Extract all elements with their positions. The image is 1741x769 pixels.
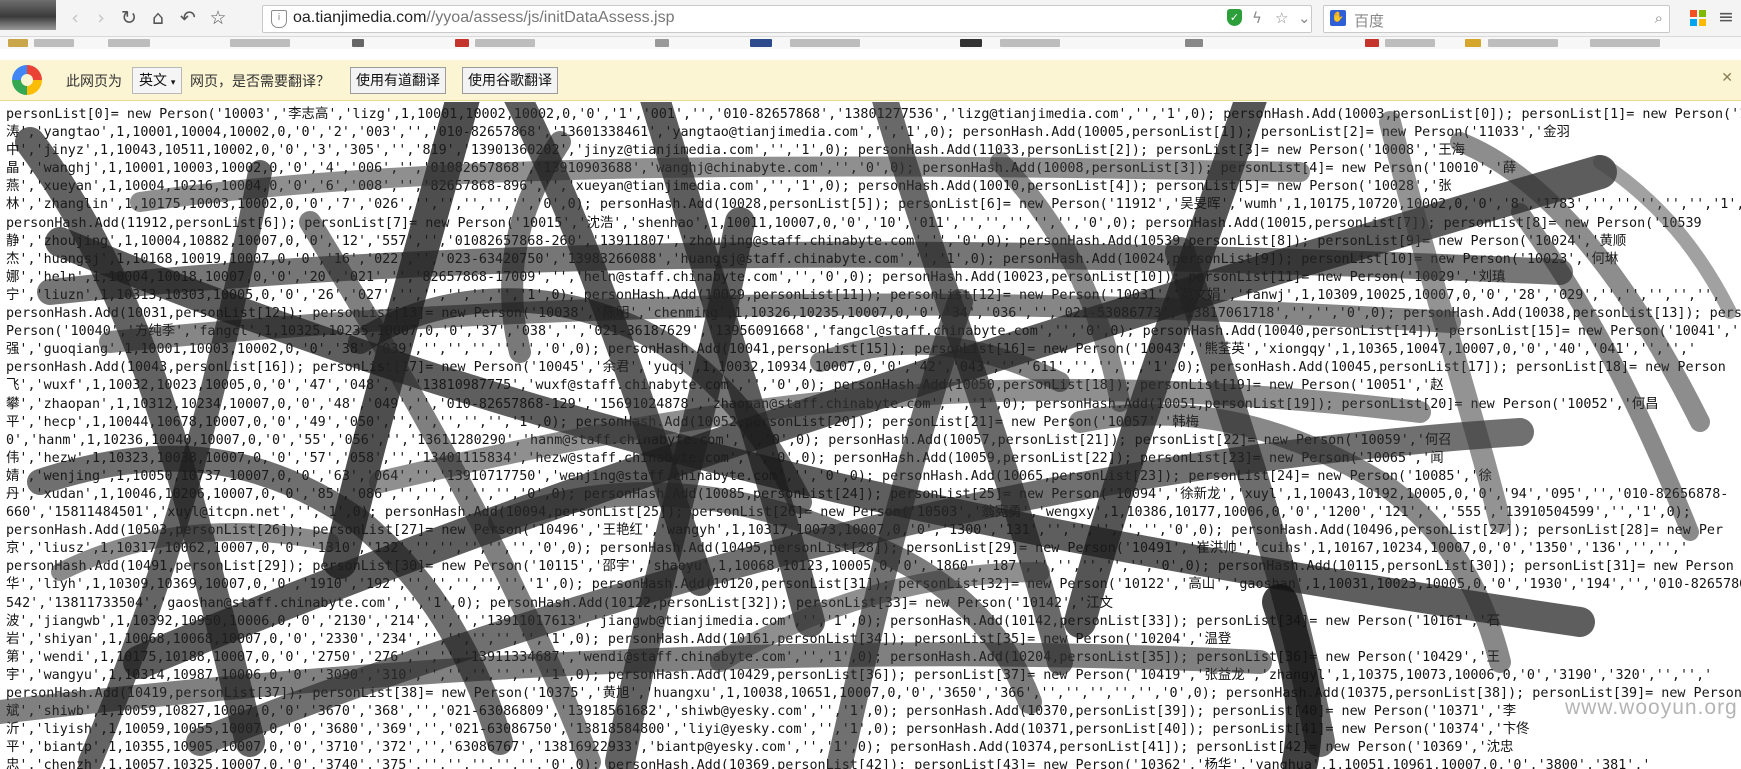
source-line: personList[0]= new Person('10003','李志高',…: [6, 107, 1741, 122]
source-line: 岩','shiyan',1,10068,10068,10007,0,'0','2…: [6, 631, 1232, 647]
url-text[interactable]: oa.tianjimedia.com//yyoa/assess/js/initD…: [293, 9, 675, 27]
source-line: 飞','wuxf',1,10032,10023,10005,0,'0','47'…: [6, 378, 1444, 394]
chevron-down-icon: ▾: [170, 77, 176, 87]
address-bar[interactable]: i oa.tianjimedia.com//yyoa/assess/js/ini…: [262, 5, 1312, 33]
search-icon[interactable]: ⌕: [1655, 9, 1663, 27]
undo-close-tab-icon[interactable]: ↶: [176, 6, 200, 30]
language-select-value: 英文: [139, 72, 167, 88]
source-line: 沂','liyish',1,10059,10055,10007,0,'0','3…: [6, 722, 1530, 738]
language-select[interactable]: 英文 ▾: [132, 67, 183, 94]
source-line: 攀','zhaopan',1,10312,10234,10007,0,'0','…: [6, 396, 1659, 412]
apps-grid-icon[interactable]: [1690, 10, 1706, 26]
favicon-thumbnail: [0, 0, 56, 30]
source-line: personHash.Add(10043,personList[16]); pe…: [6, 360, 1726, 376]
source-line: 华','liyh',1,10309,10369,10007,0,'0','191…: [6, 577, 1741, 593]
bookmarks-bar: [0, 37, 1741, 49]
youdao-translate-button[interactable]: 使用有道翻译: [350, 67, 446, 94]
source-line: personHash.Add(11912,personList[6]); per…: [6, 215, 1702, 231]
source-line: 京','liusz',1,10317,10062,10007,0,'0','13…: [6, 541, 1689, 557]
menu-more-icon[interactable]: ≡: [1718, 6, 1734, 28]
js-source-text: personList[0]= new Person('10003','李志高',…: [6, 106, 1741, 769]
source-line: 中','jinyz',1,10043,10511,10002,0,'0','3'…: [6, 143, 1466, 159]
safe-shield-icon[interactable]: ✓: [1227, 9, 1242, 26]
speed-bolt-icon[interactable]: ϟ: [1252, 9, 1262, 27]
source-line: 丹','xudan',1,10046,10206,10007,0,'0','85…: [6, 486, 1729, 502]
bookmark-star-icon[interactable]: ☆: [206, 6, 230, 30]
home-icon[interactable]: ⌂: [146, 6, 170, 30]
translate-question: 网页，是否需要翻译？: [190, 73, 330, 89]
url-host: oa.tianjimedia.com: [293, 9, 427, 26]
source-line: 第','wendi',1,10175,10188,10007,0,'0','27…: [6, 649, 1501, 665]
page-content: personList[0]= new Person('10003','李志高',…: [0, 102, 1741, 769]
close-icon[interactable]: ✕: [1721, 70, 1733, 86]
source-line: 660','15811484501','xuyl@itcpn.net','','…: [6, 505, 1691, 521]
source-line: 542','13811733504','gaoshan@staff.chinab…: [6, 595, 1114, 611]
source-line: personHash.Add(10419,personList[37]); pe…: [6, 686, 1741, 701]
back-arrow-icon[interactable]: ‹: [63, 6, 87, 30]
google-translate-button[interactable]: 使用谷歌翻译: [462, 67, 558, 94]
source-line: 宇','wangyu',1,10314,10987,10006,0,'0','3…: [6, 667, 1713, 683]
search-input[interactable]: 百度: [1354, 10, 1384, 31]
translate-prefix: 此网页为: [66, 73, 122, 89]
source-line: 平','hecp',1,10044,10678,10007,0,'0','49'…: [6, 414, 1200, 430]
source-line: 涛','yangtao',1,10001,10004,10002,0,'0','…: [6, 125, 1570, 141]
reload-icon[interactable]: ↻: [117, 6, 141, 30]
source-line: 杰','huangsj',1,10168,10019,10007,0,'0','…: [6, 251, 1619, 267]
source-line: 忠','chenzh',1,10057,10325,10007,0,'0','3…: [6, 758, 1651, 769]
browser-toolbar: ‹ › ↻ ⌂ ↶ ☆ i oa.tianjimedia.com//yyoa/a…: [0, 0, 1741, 37]
source-line: 娜','heln',1,10004,10018,10007,0,'0','20'…: [6, 269, 1506, 285]
url-path: //yyoa/assess/js/initDataAssess.jsp: [426, 9, 675, 26]
source-line: 林','zhanglin',1,10175,10003,10002,0,'0',…: [6, 197, 1741, 213]
source-line: 强','guoqiang',1,10001,10003,10002,0,'0',…: [6, 342, 1697, 358]
security-shield-icon[interactable]: i: [271, 10, 287, 28]
address-dropdown-chevron-icon[interactable]: ⌄: [1298, 9, 1311, 27]
favorite-star-icon[interactable]: ☆: [1275, 9, 1288, 27]
source-line: 伟','hezw',1,10323,10038,10007,0,'0','57'…: [6, 450, 1444, 466]
source-line: 婧','wenjing',1,10050,10737,10007,0,'0','…: [6, 468, 1492, 484]
translate-logo-icon: [12, 65, 42, 95]
source-line: 晶','wanghj',1,10001,10003,10002,0,'0','4…: [6, 161, 1517, 177]
source-line: personHash.Add(10031,personList[12]); pe…: [6, 306, 1741, 322]
source-line: Person('10040','方纯季','fangcl',1,10325,10…: [6, 324, 1740, 340]
source-line: personHash.Add(10491,personList[29]); pe…: [6, 559, 1734, 575]
source-line: 静','zhoujing',1,10004,10882,10007,0,'0',…: [6, 233, 1627, 249]
source-line: 燕','xueyan',1,10004,10216,10004,0,'0','6…: [6, 179, 1452, 195]
search-box[interactable]: ✋ 百度 ⌕: [1323, 5, 1670, 33]
source-line: 0','hanm',1,10236,10040,10007,0,'0','55'…: [6, 432, 1452, 448]
forward-arrow-icon[interactable]: ›: [89, 6, 113, 30]
source-line: 斌','shiwb',1,10059,10827,10007,0,'0','36…: [6, 704, 1517, 720]
watermark-text: www.wooyun.org: [1565, 696, 1738, 719]
source-line: 宁','liuzn',1,10313,10303,10005,0,'0','26…: [6, 287, 1721, 303]
source-line: 平','biantp',1,10355,10905,10007,0,'0','3…: [6, 740, 1514, 756]
baidu-paw-icon: ✋: [1330, 10, 1346, 26]
source-line: 波','jiangwb',1,10392,10950,10006,0,'0','…: [6, 613, 1501, 629]
translate-infobar: 此网页为 英文 ▾ 网页，是否需要翻译？ 使用有道翻译 使用谷歌翻译 ✕: [0, 60, 1741, 101]
source-line: personHash.Add(10503,personList[26]); pe…: [6, 523, 1724, 539]
